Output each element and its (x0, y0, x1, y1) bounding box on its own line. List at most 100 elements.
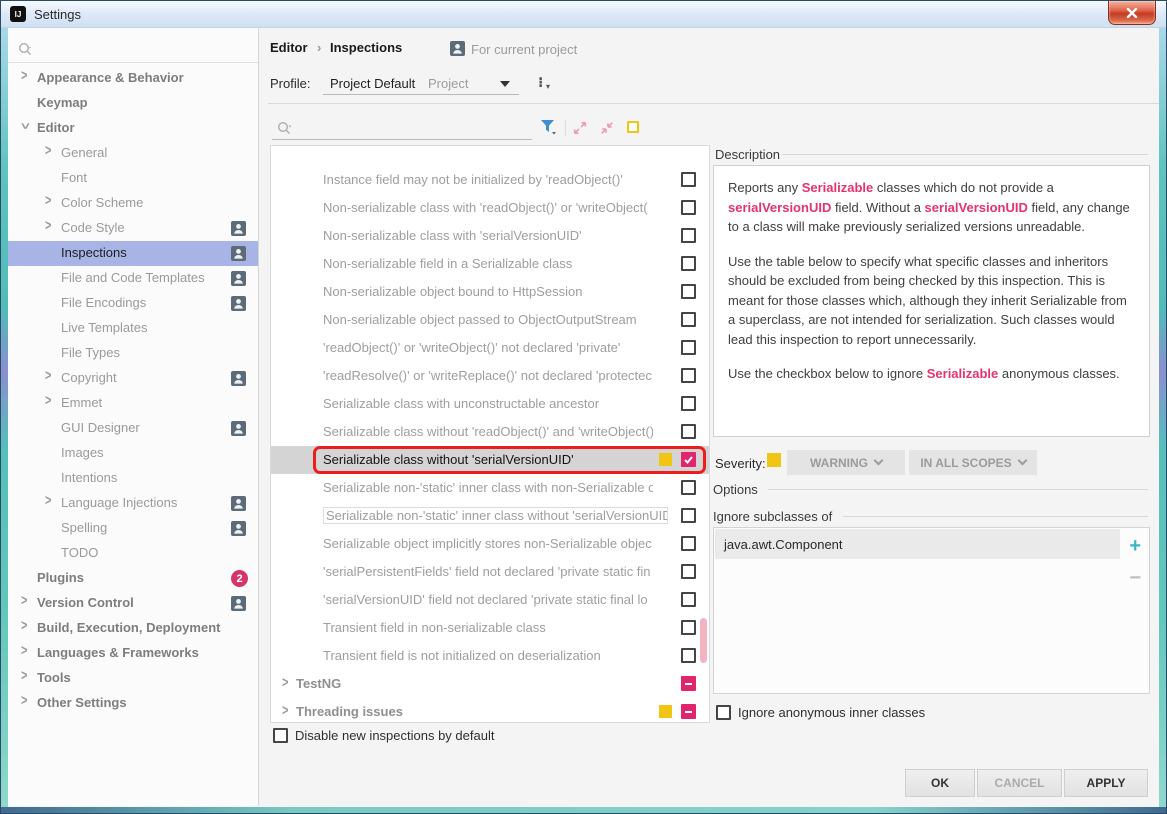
collapse-all-icon[interactable] (600, 121, 614, 138)
sidebar-item-gui-designer[interactable]: GUI Designer (8, 416, 258, 441)
inspection-row-instance-field-may-not-be-initialized-by-readobject[interactable]: Instance field may not be initialized by… (271, 166, 709, 194)
sidebar-item-language-injections[interactable]: > Language Injections (8, 491, 258, 516)
inspection-checkbox[interactable] (681, 312, 696, 327)
inspection-checkbox[interactable] (681, 396, 696, 411)
remove-icon[interactable]: − (1129, 568, 1141, 588)
sidebar-item-code-style[interactable]: > Code Style (8, 216, 258, 241)
inspection-checkbox[interactable] (681, 592, 696, 607)
chevron-right-icon[interactable]: > (282, 703, 288, 719)
sidebar-search-input[interactable] (18, 42, 32, 56)
scope-dropdown[interactable]: IN ALL SCOPES (909, 450, 1037, 475)
sidebar-item-build-execution-deployment[interactable]: > Build, Execution, Deployment (8, 616, 258, 641)
inspection-row-serialversionuid-field-not-declared-private-static-final-lo[interactable]: 'serialVersionUID' field not declared 'p… (271, 586, 709, 614)
sidebar-item-tools[interactable]: > Tools (8, 666, 258, 691)
inspection-row-readresolve-or-writereplace-not-declared-protectec[interactable]: 'readResolve()' or 'writeReplace()' not … (271, 362, 709, 390)
inspection-row-threading-issues[interactable]: > Threading issues (271, 698, 709, 722)
close-button[interactable] (1108, 1, 1156, 25)
sidebar-item-languages-frameworks[interactable]: > Languages & Frameworks (8, 641, 258, 666)
sidebar-item-intentions[interactable]: Intentions (8, 466, 258, 491)
chevron-right-icon[interactable]: > (45, 143, 51, 159)
inspection-row-transient-field-is-not-initialized-on-deserialization[interactable]: Transient field is not initialized on de… (271, 642, 709, 670)
inspection-row-non-serializable-object-bound-to-httpsession[interactable]: Non-serializable object bound to HttpSes… (271, 278, 709, 306)
sidebar-item-version-control[interactable]: > Version Control (8, 591, 258, 616)
add-icon[interactable]: + (1129, 536, 1141, 556)
sidebar-item-copyright[interactable]: > Copyright (8, 366, 258, 391)
filter-icon[interactable] (540, 119, 557, 139)
chevron-right-icon[interactable]: > (21, 618, 27, 634)
profile-value[interactable]: Project Default (330, 76, 415, 91)
severity-dropdown[interactable]: WARNING (787, 450, 905, 475)
inspection-row-serialpersistentfields-field-not-declared-private-static-fin[interactable]: 'serialPersistentFields' field not decla… (271, 558, 709, 586)
profile-dropdown-caret-icon[interactable] (500, 81, 510, 87)
inspection-checkbox[interactable] (681, 620, 696, 635)
chevron-right-icon[interactable]: > (21, 68, 27, 84)
profile-actions-menu-icon[interactable]: ⁝ ▾ (538, 74, 550, 91)
inspection-row-transient-field-in-non-serializable-class[interactable]: Transient field in non-serializable clas… (271, 614, 709, 642)
inspection-row-serializable-class-without-serialversionuid[interactable]: Serializable class without 'serialVersio… (271, 446, 709, 474)
chevron-right-icon[interactable]: > (282, 675, 288, 691)
chevron-right-icon[interactable]: > (21, 693, 27, 709)
inspection-checkbox[interactable] (681, 536, 696, 551)
inspection-row-serializable-non-static-inner-class-with-non-serializable-o[interactable]: Serializable non-'static' inner class wi… (271, 474, 709, 502)
inspection-row-serializable-object-implicitly-stores-non-serializable-objec[interactable]: Serializable object implicitly stores no… (271, 530, 709, 558)
chevron-right-icon[interactable]: > (21, 593, 27, 609)
inspection-row-serializable-class-with-unconstructable-ancestor[interactable]: Serializable class with unconstructable … (271, 390, 709, 418)
table-row[interactable]: java.awt.Component (715, 529, 1120, 559)
chevron-right-icon[interactable]: > (21, 668, 27, 684)
inspection-checkbox-partial[interactable] (681, 704, 696, 719)
sidebar-item-general[interactable]: > General (8, 141, 258, 166)
inspection-row-testng[interactable]: > TestNG (271, 670, 709, 698)
inspection-checkbox[interactable] (681, 200, 696, 215)
sidebar-item-file-and-code-templates[interactable]: File and Code Templates (8, 266, 258, 291)
inspection-row-readobject-or-writeobject-not-declared-private[interactable]: 'readObject()' or 'writeObject()' not de… (271, 334, 709, 362)
chevron-right-icon[interactable]: > (21, 643, 27, 659)
chevron-right-icon[interactable]: > (45, 493, 51, 509)
inspection-checkbox[interactable] (681, 368, 696, 383)
inspection-row-serializable-non-static-inner-class-without-serialversionuid[interactable]: Serializable non-'static' inner class wi… (271, 502, 709, 530)
inspection-checkbox[interactable] (681, 424, 696, 439)
disable-new-inspections-checkbox[interactable]: Disable new inspections by default (273, 728, 494, 743)
apply-button[interactable]: APPLY (1064, 769, 1148, 797)
chevron-down-icon[interactable]: > (16, 123, 32, 129)
sidebar-item-live-templates[interactable]: Live Templates (8, 316, 258, 341)
inspection-row-non-serializable-class-with-serialversionuid[interactable]: Non-serializable class with 'serialVersi… (271, 222, 709, 250)
sidebar-item-spelling[interactable]: Spelling (8, 516, 258, 541)
chevron-right-icon[interactable]: > (45, 193, 51, 209)
severity-filter-icon[interactable] (627, 121, 639, 133)
inspection-row-non-serializable-field-in-a-serializable-class[interactable]: Non-serializable field in a Serializable… (271, 250, 709, 278)
sidebar-item-color-scheme[interactable]: > Color Scheme (8, 191, 258, 216)
inspection-checkbox[interactable] (681, 228, 696, 243)
inspection-checkbox[interactable] (681, 340, 696, 355)
inspection-checkbox[interactable] (681, 256, 696, 271)
sidebar-item-appearance-behavior[interactable]: > Appearance & Behavior (8, 66, 258, 91)
inspection-row-serializable-class-without-readobject-and-writeobject[interactable]: Serializable class without 'readObject()… (271, 418, 709, 446)
inspection-search-input[interactable] (277, 121, 293, 138)
sidebar-item-todo[interactable]: TODO (8, 541, 258, 566)
sidebar-item-plugins[interactable]: Plugins 2 (8, 566, 258, 591)
inspection-checkbox[interactable] (681, 564, 696, 579)
inspection-checkbox[interactable] (681, 480, 696, 495)
inspection-checkbox[interactable] (681, 284, 696, 299)
sidebar-item-emmet[interactable]: > Emmet (8, 391, 258, 416)
sidebar-item-keymap[interactable]: Keymap (8, 91, 258, 116)
sidebar-item-other-settings[interactable]: > Other Settings (8, 691, 258, 716)
chevron-right-icon[interactable]: > (45, 368, 51, 384)
sidebar-item-file-types[interactable]: File Types (8, 341, 258, 366)
ok-button[interactable]: OK (905, 769, 975, 797)
chevron-right-icon[interactable]: > (45, 218, 51, 234)
inspection-checkbox[interactable] (681, 648, 696, 663)
sidebar-item-images[interactable]: Images (8, 441, 258, 466)
inspection-row-non-serializable-object-passed-to-objectoutputstream[interactable]: Non-serializable object passed to Object… (271, 306, 709, 334)
sidebar-item-file-encodings[interactable]: File Encodings (8, 291, 258, 316)
ignore-anonymous-checkbox[interactable]: Ignore anonymous inner classes (716, 705, 925, 720)
expand-all-icon[interactable] (573, 121, 587, 138)
sidebar-item-editor[interactable]: > Editor (8, 116, 258, 141)
inspection-checkbox[interactable] (681, 172, 696, 187)
cancel-button[interactable]: CANCEL (977, 769, 1062, 797)
inspection-row-non-serializable-class-with-readobject-or-writeobject[interactable]: Non-serializable class with 'readObject(… (271, 194, 709, 222)
sidebar-item-inspections[interactable]: Inspections (8, 241, 258, 266)
sidebar-item-font[interactable]: Font (8, 166, 258, 191)
inspection-checkbox[interactable] (681, 508, 696, 523)
breadcrumb-editor[interactable]: Editor (270, 40, 308, 55)
inspection-checkbox-partial[interactable] (681, 676, 696, 691)
